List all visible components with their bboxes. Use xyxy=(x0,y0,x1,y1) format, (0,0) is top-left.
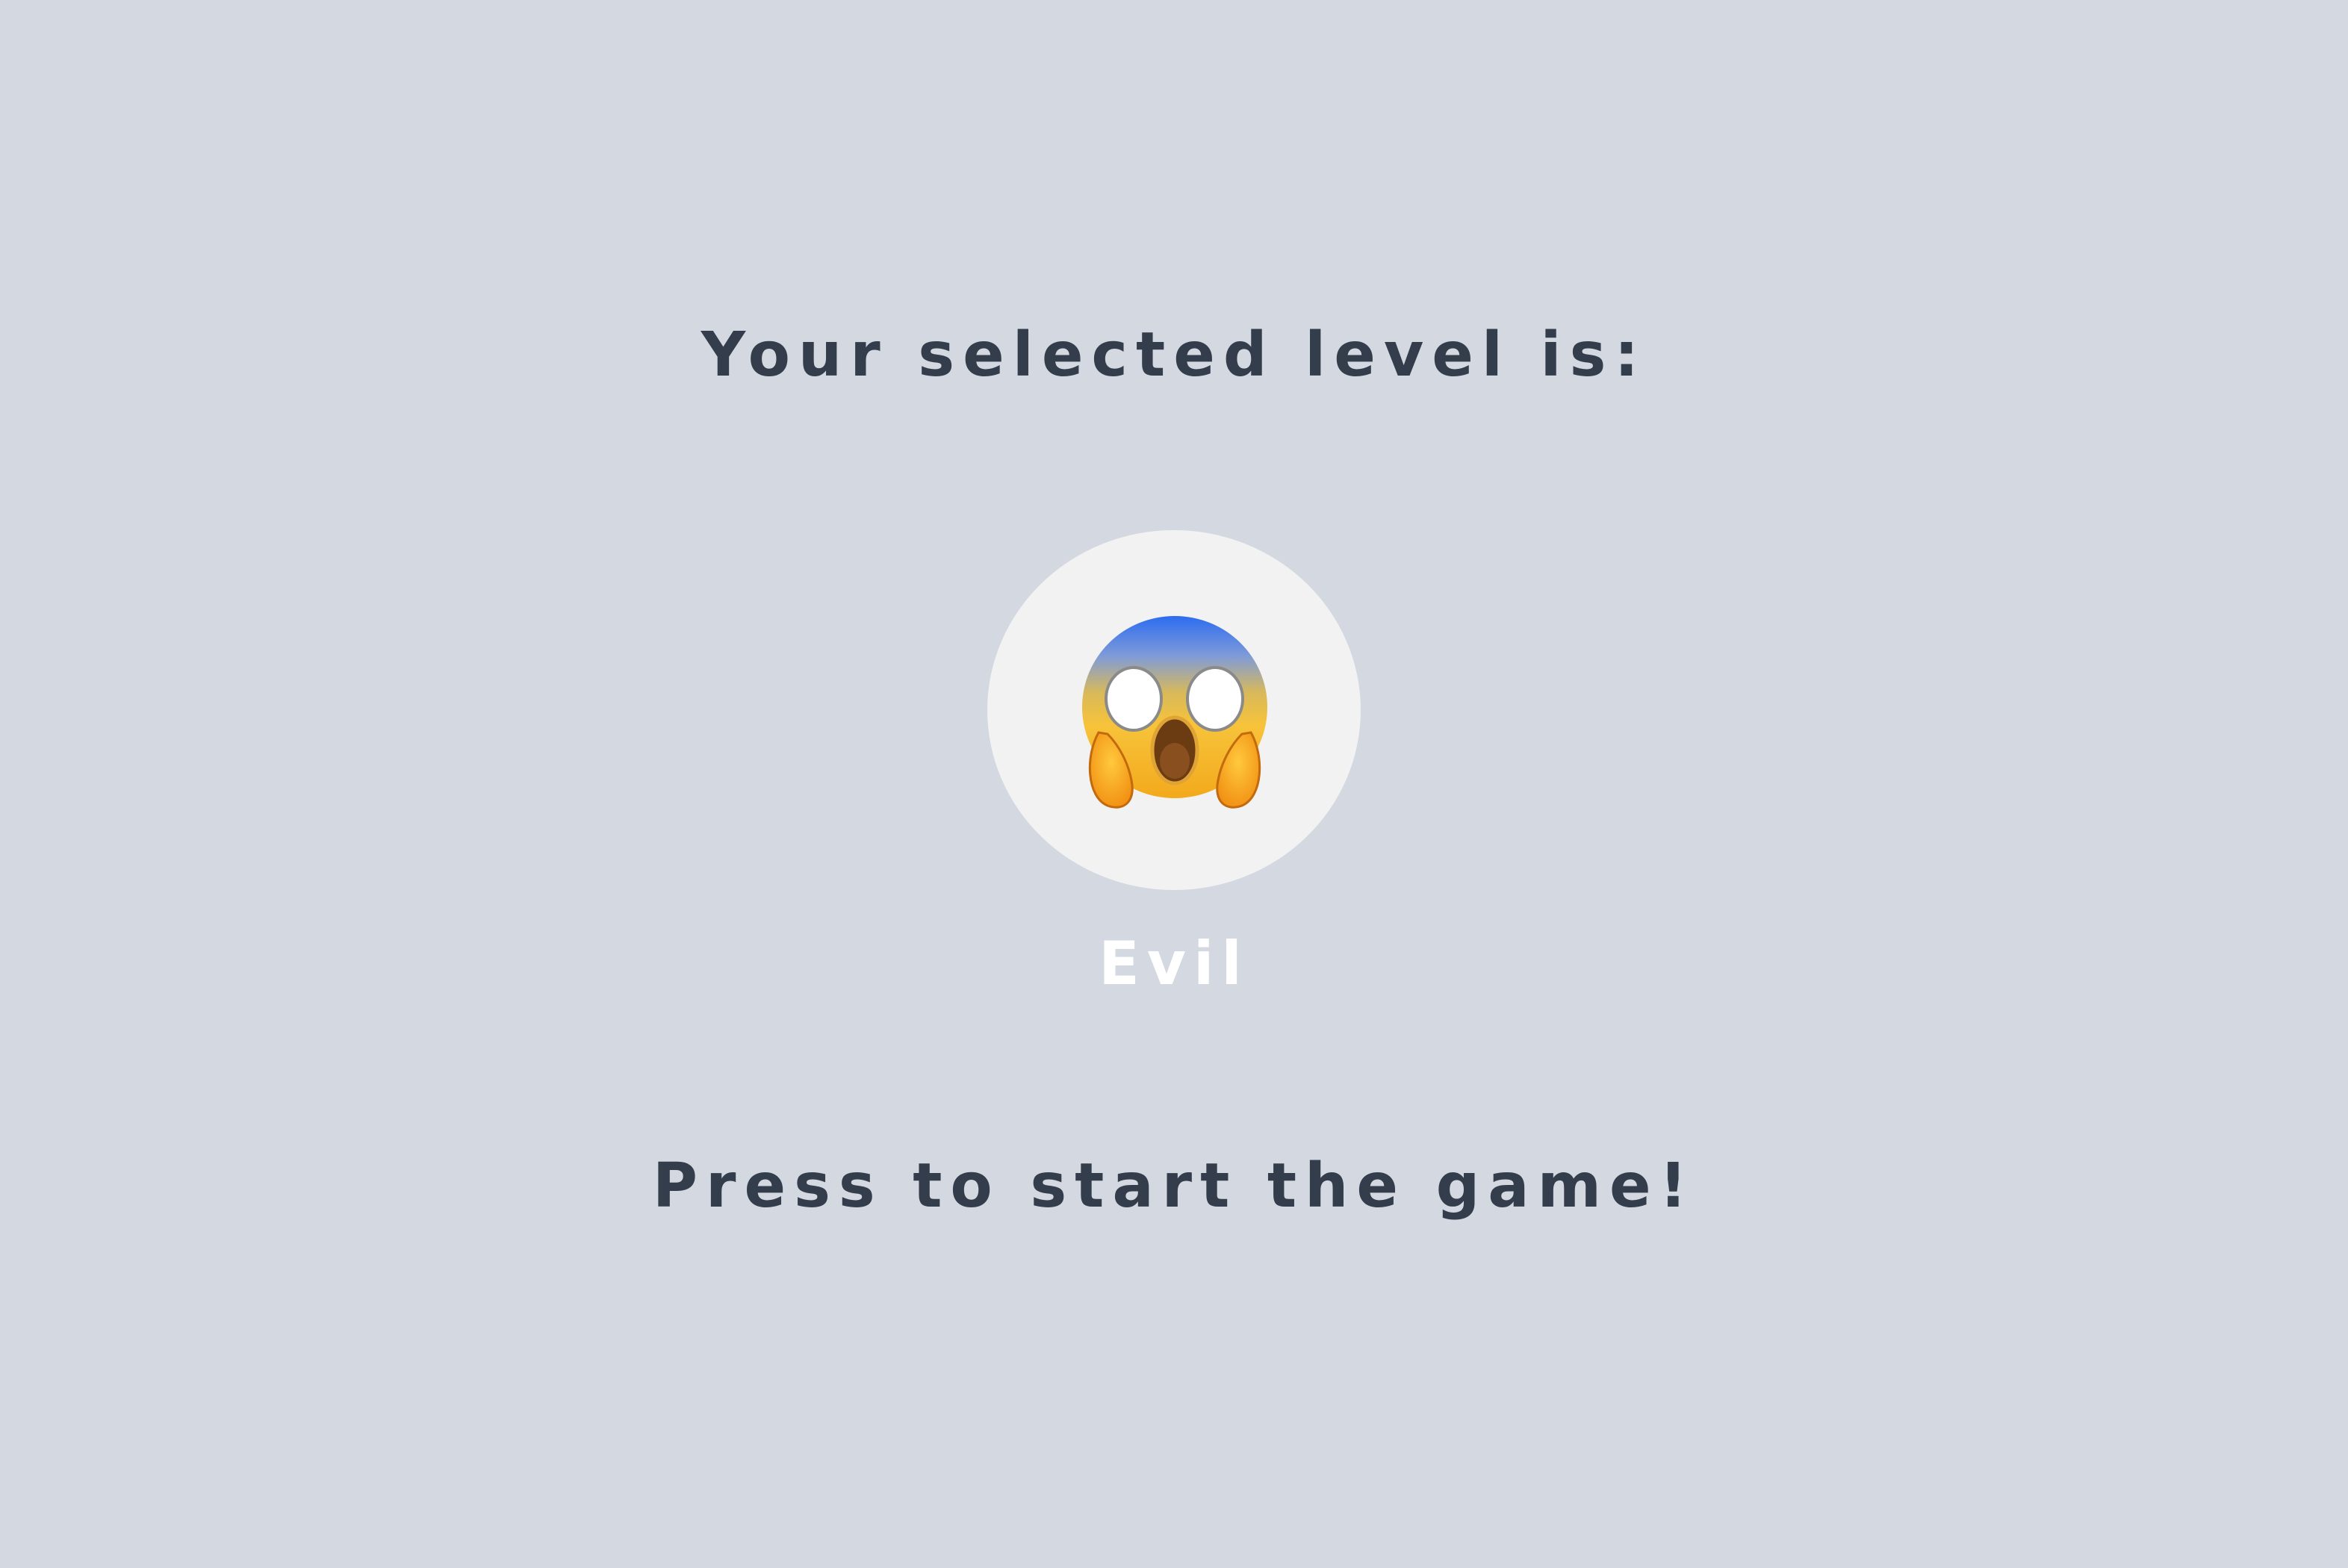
level-name-label: Evil xyxy=(1099,929,1249,998)
level-confirm-screen: Your selected level is: Evil Press to st… xyxy=(0,0,2348,1568)
start-game-prompt[interactable]: Press to start the game! xyxy=(0,1151,2348,1222)
selected-level-heading: Your selected level is: xyxy=(701,320,1647,391)
face-screaming-in-fear-icon xyxy=(1082,616,1267,809)
